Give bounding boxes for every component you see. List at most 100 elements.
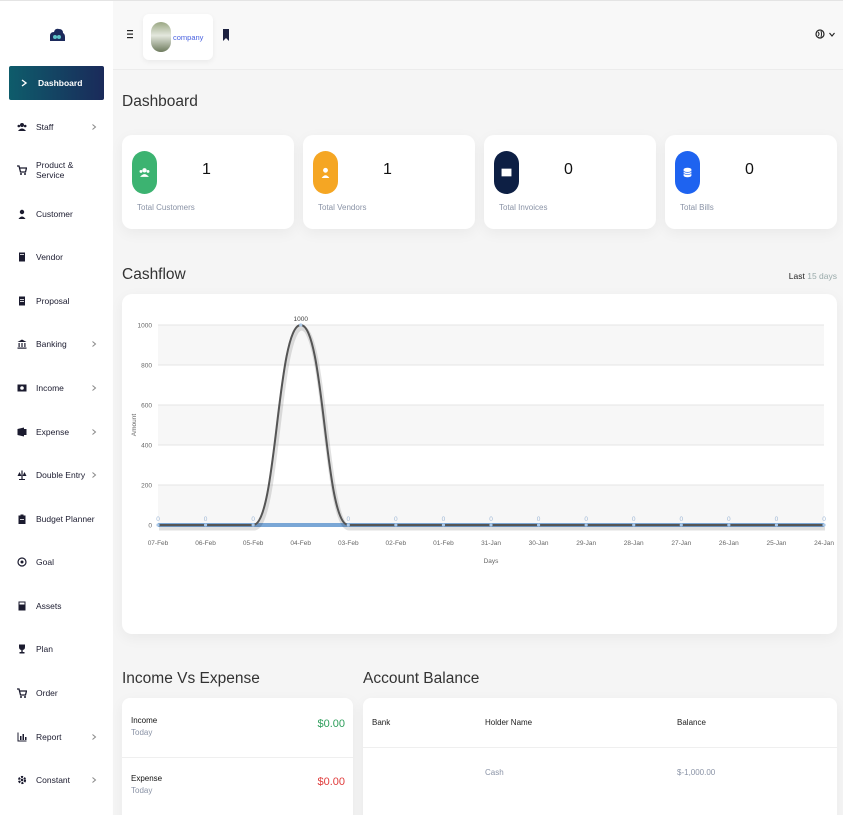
- sidebar-item-constant[interactable]: Constant: [9, 763, 104, 797]
- y-axis-label: Amount: [131, 414, 138, 437]
- sidebar-item-goal[interactable]: Goal: [9, 545, 104, 579]
- sidebar-item-label: Plan: [36, 644, 54, 654]
- range-prefix: Last: [788, 271, 805, 281]
- avatar: [151, 22, 171, 52]
- sidebar-item-income[interactable]: Income: [9, 371, 104, 405]
- logo-icon[interactable]: [48, 27, 66, 43]
- data-point: [394, 523, 398, 527]
- cashflow-title: Cashflow: [122, 266, 186, 283]
- file-icon: [17, 296, 27, 306]
- grid-band: [158, 325, 824, 365]
- sidebar-item-label: Order: [36, 688, 58, 698]
- expense-amount: $0.00: [317, 776, 345, 788]
- sidebar-item-label: Dashboard: [38, 78, 83, 88]
- x-tick-label: 03-Feb: [338, 540, 359, 547]
- sidebar-item-vendor[interactable]: Vendor: [9, 240, 104, 274]
- sidebar-item-expense[interactable]: Expense: [9, 415, 104, 449]
- profile-dropdown[interactable]: company: [143, 14, 213, 60]
- sidebar-item-double-entry[interactable]: Double Entry: [9, 458, 104, 492]
- sidebar-item-label: Income: [36, 383, 64, 393]
- range-value: 15 days: [807, 271, 837, 281]
- income-expense-title: Income Vs Expense: [122, 670, 260, 687]
- x-tick-label: 06-Feb: [195, 540, 216, 547]
- data-point: [346, 523, 350, 527]
- stat-value: 1: [383, 161, 392, 178]
- x-tick-label: 02-Feb: [386, 540, 407, 547]
- chevron-right-icon: [92, 385, 97, 391]
- chevron-right-icon: [92, 124, 97, 130]
- chevron-right-icon: [92, 429, 97, 435]
- expense-label: Expense: [131, 774, 163, 783]
- sidebar-item-order[interactable]: Order: [9, 676, 104, 710]
- data-point: [203, 523, 208, 527]
- y-tick-label: 200: [141, 483, 152, 490]
- stat-card-total-vendors[interactable]: 1 Total Vendors: [303, 135, 475, 229]
- cashflow-range[interactable]: Last 15 days: [789, 271, 837, 281]
- x-tick-label: 28-Jan: [624, 540, 644, 547]
- sidebar-item-product-service[interactable]: Product & Service: [9, 153, 104, 187]
- scale-icon: [17, 470, 27, 480]
- data-point: [536, 523, 541, 527]
- data-label: 0: [632, 516, 636, 523]
- sidebar-item-budget-planner[interactable]: Budget Planner: [9, 502, 104, 536]
- stat-card-total-customers[interactable]: 1 Total Customers: [122, 135, 294, 229]
- x-tick-label: 24-Jan: [814, 540, 834, 547]
- data-label: 0: [251, 516, 255, 523]
- sidebar-item-plan[interactable]: Plan: [9, 632, 104, 666]
- top-header: company: [113, 0, 843, 70]
- data-point: [727, 523, 731, 527]
- sidebar-item-label: Product & Service: [36, 160, 74, 180]
- x-tick-label: 07-Feb: [148, 540, 169, 547]
- x-tick-label: 29-Jan: [576, 540, 596, 547]
- user-icon: [17, 209, 27, 219]
- x-tick-label: 30-Jan: [529, 540, 549, 547]
- data-point: [156, 523, 160, 527]
- x-tick-label: 05-Feb: [243, 540, 264, 547]
- data-point: [774, 523, 779, 527]
- x-tick-label: 31-Jan: [481, 540, 501, 547]
- gear-icon: [17, 775, 27, 785]
- grid-band: [158, 405, 824, 445]
- money-icon: [17, 383, 27, 393]
- sidebar-item-staff[interactable]: Staff: [9, 110, 104, 144]
- calculator-icon: [17, 601, 27, 611]
- sidebar-item-customer[interactable]: Customer: [9, 197, 104, 231]
- stat-card-total-invoices[interactable]: 0 Total Invoices: [484, 135, 656, 229]
- sidebar-item-report[interactable]: Report: [9, 720, 104, 754]
- data-label: 0: [537, 516, 541, 523]
- stat-value: 0: [745, 161, 754, 178]
- menu-icon[interactable]: [127, 29, 135, 39]
- data-label: 0: [394, 516, 398, 523]
- sidebar-item-proposal[interactable]: Proposal: [9, 284, 104, 318]
- chart-icon: [17, 732, 27, 742]
- stat-card-total-bills[interactable]: 0 Total Bills: [665, 135, 837, 229]
- sidebar-item-label: Assets: [36, 601, 62, 611]
- x-tick-label: 26-Jan: [719, 540, 739, 547]
- trophy-icon: [17, 644, 27, 654]
- data-label: 0: [775, 516, 779, 523]
- page-title: Dashboard: [122, 93, 198, 110]
- x-tick-label: 27-Jan: [671, 540, 691, 547]
- bookmark-icon[interactable]: [222, 29, 230, 41]
- table-cell-balance: $-1,000.00: [677, 768, 716, 777]
- sidebar-item-label: Vendor: [36, 252, 63, 262]
- data-label: 0: [204, 516, 208, 523]
- data-label: 0: [346, 516, 350, 523]
- column-header-bank: Bank: [372, 718, 391, 727]
- chevron-right-icon: [19, 78, 29, 88]
- sidebar-item-banking[interactable]: Banking: [9, 327, 104, 361]
- data-label: 0: [442, 516, 446, 523]
- sidebar-item-dashboard[interactable]: Dashboard: [9, 66, 104, 100]
- sidebar-item-label: Report: [36, 732, 62, 742]
- y-tick-label: 600: [141, 403, 152, 410]
- data-point: [489, 523, 493, 527]
- sidebar-item-assets[interactable]: Assets: [9, 589, 104, 623]
- chevron-down-icon: [829, 32, 835, 37]
- cashflow-chart-card: 0 200 400 600 800 1000 Amount 07-Feb 06-Feb 05-Fe…: [122, 294, 837, 634]
- column-header-balance: Balance: [677, 718, 706, 727]
- sidebar-item-label: Banking: [36, 339, 67, 349]
- sidebar: Dashboard Staff Product & Service Customer V…: [0, 0, 113, 815]
- language-dropdown[interactable]: [815, 29, 835, 39]
- stat-icon-circle: [132, 151, 157, 194]
- divider: [122, 757, 353, 758]
